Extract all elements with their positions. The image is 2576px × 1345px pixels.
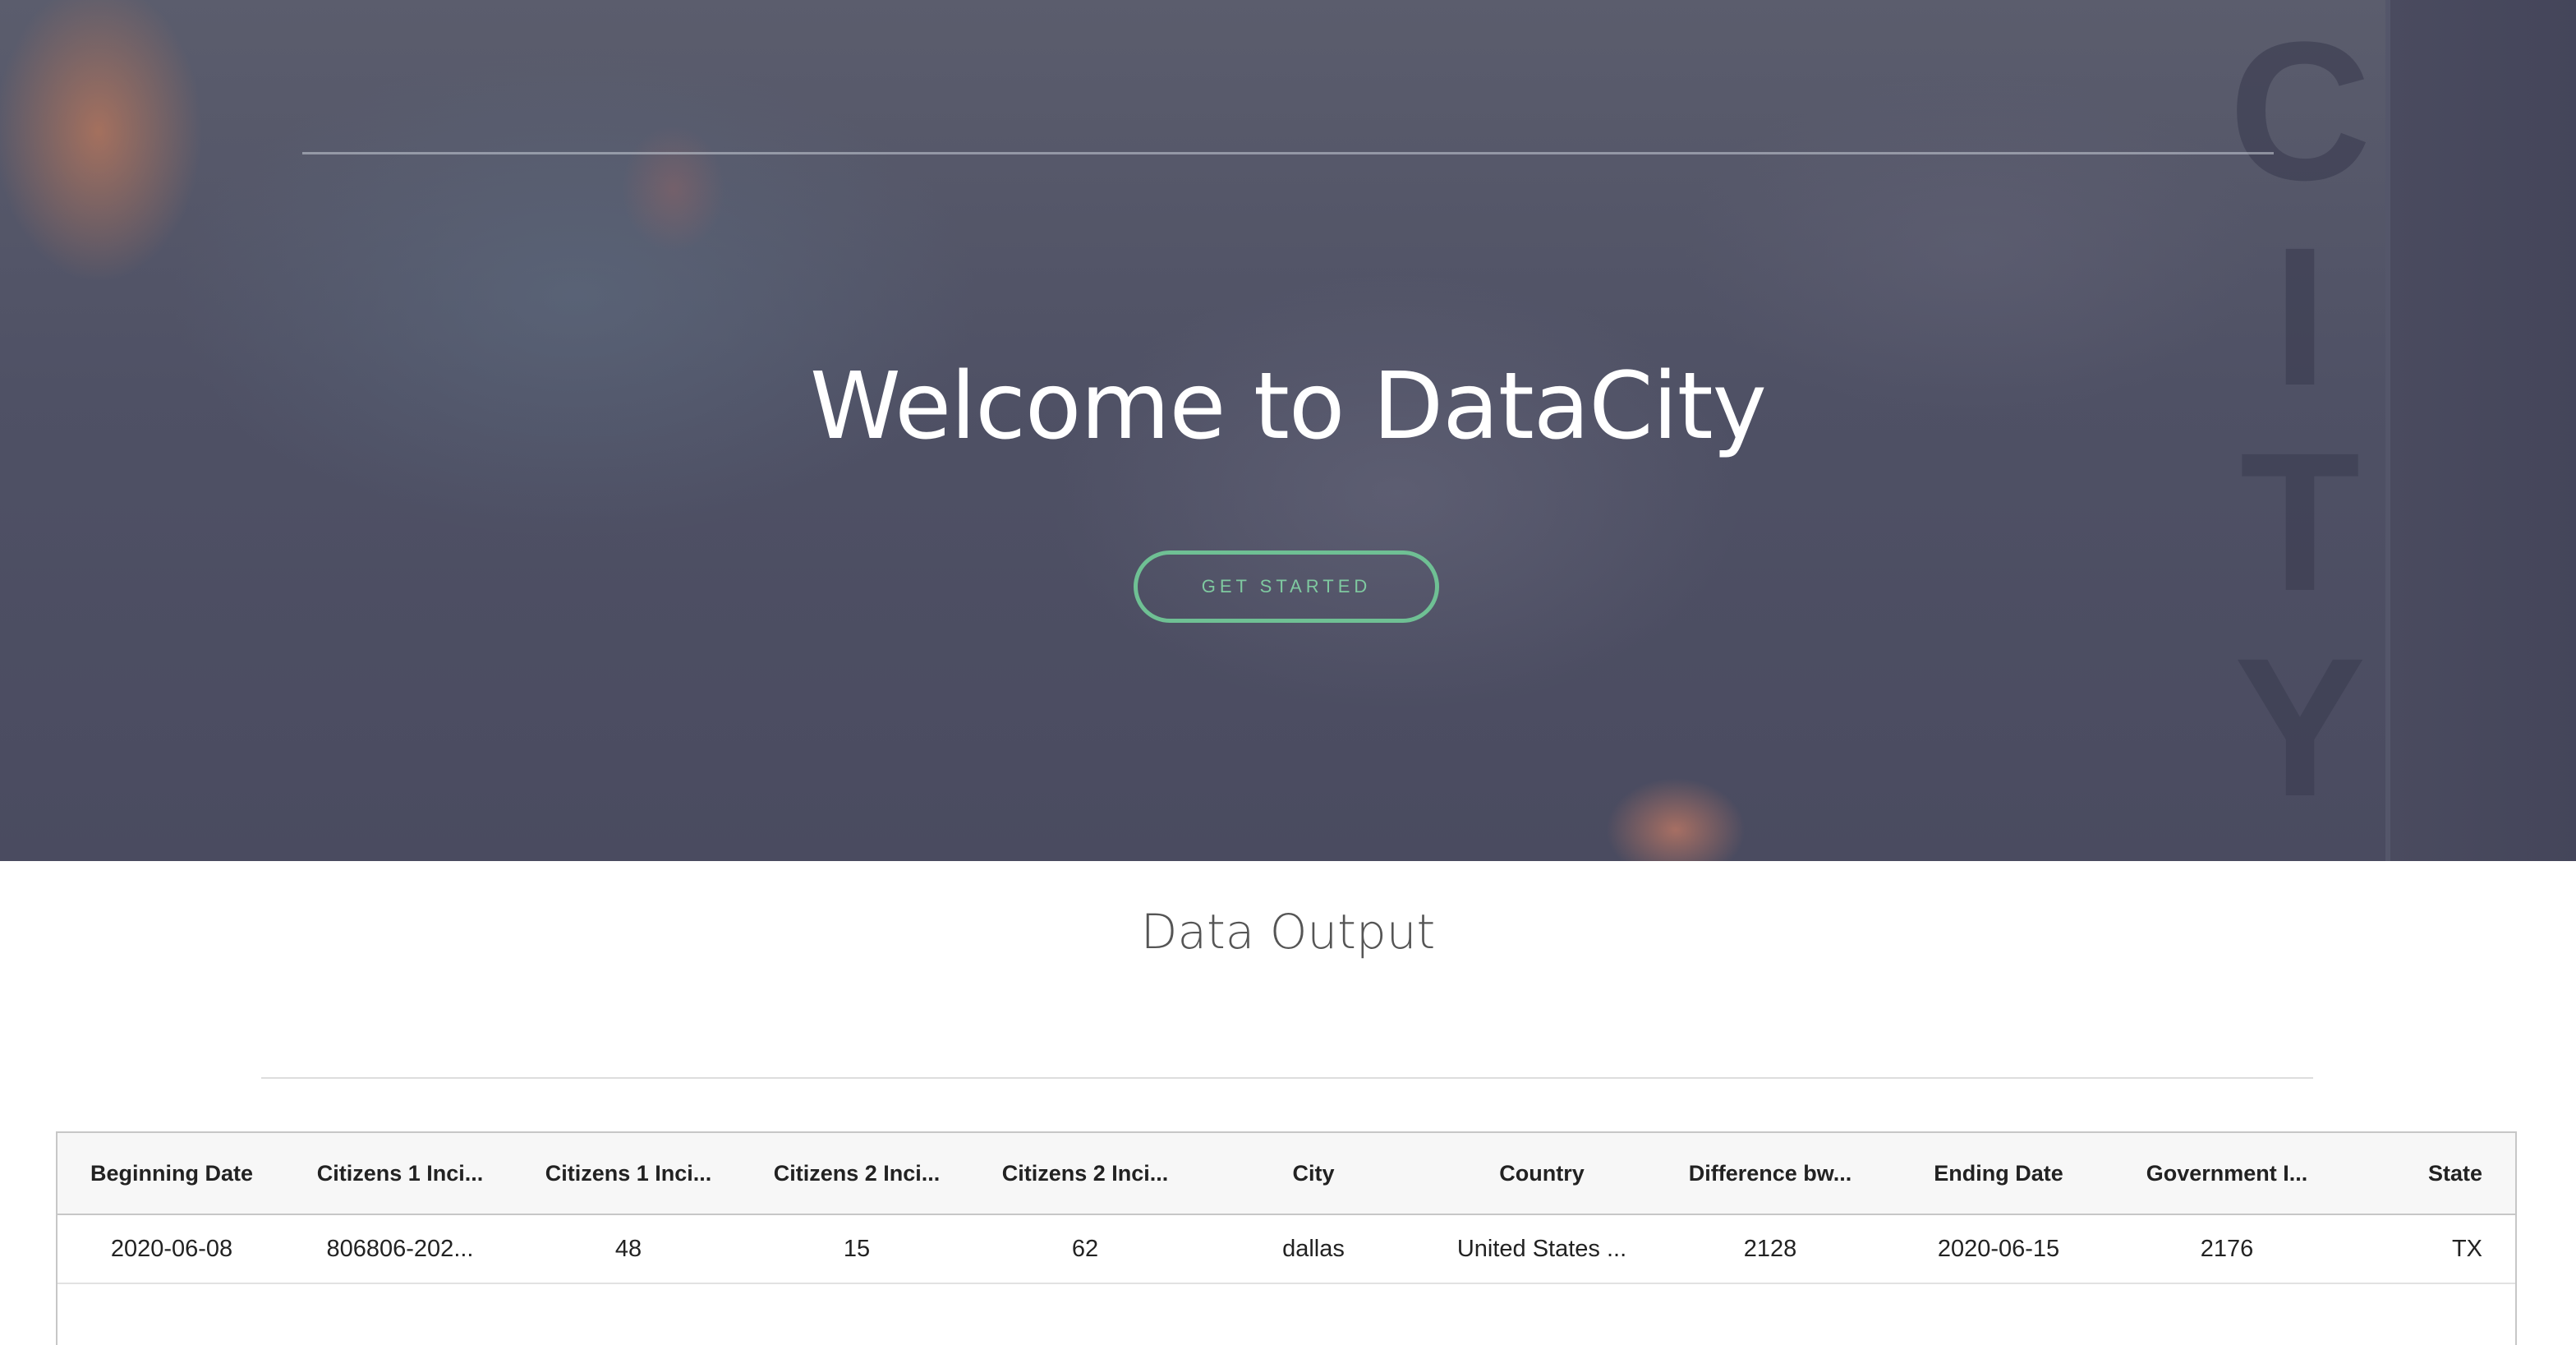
table-row[interactable]: 2020-06-08 806806-202... 48 15 62 dallas… [58, 1215, 2515, 1284]
table-cell: 2020-06-15 [1937, 1235, 2060, 1262]
column-header-ending-date[interactable]: Ending Date [1884, 1133, 2113, 1214]
table-cell: 15 [843, 1235, 871, 1262]
data-table: Beginning Date Citizens 1 Inci... Citize… [56, 1131, 2517, 1345]
column-header-citizens-1-a[interactable]: Citizens 1 Inci... [286, 1133, 514, 1214]
column-header-citizens-2-b[interactable]: Citizens 2 Inci... [971, 1133, 1199, 1214]
column-header-government[interactable]: Government I... [2113, 1133, 2341, 1214]
table-cell: 2128 [1743, 1235, 1797, 1262]
section-divider [261, 1077, 2313, 1079]
column-header-country[interactable]: Country [1428, 1133, 1656, 1214]
table-cell: United States ... [1456, 1235, 1627, 1262]
table-header-row: Beginning Date Citizens 1 Inci... Citize… [58, 1133, 2515, 1215]
hero-banner: C I T Y Welcome to DataCity GET STARTED [0, 0, 2576, 861]
hero-divider [302, 152, 2274, 154]
sign-letter: Y [2233, 617, 2367, 837]
hero-title: Welcome to DataCity [810, 353, 1767, 460]
table-cell: 806806-202... [326, 1235, 474, 1262]
table-cell: dallas [1282, 1235, 1345, 1262]
section-title: Data Output [1140, 904, 1436, 960]
column-header-beginning-date[interactable]: Beginning Date [58, 1133, 286, 1214]
column-header-citizens-1-b[interactable]: Citizens 1 Inci... [514, 1133, 743, 1214]
column-header-difference[interactable]: Difference bw... [1656, 1133, 1884, 1214]
table-cell: 2176 [2200, 1235, 2254, 1262]
column-header-city[interactable]: City [1199, 1133, 1428, 1214]
sign-letter: C [2229, 1, 2371, 221]
column-header-citizens-2-a[interactable]: Citizens 2 Inci... [743, 1133, 971, 1214]
column-header-state[interactable]: State [2341, 1133, 2515, 1214]
table-cell: TX [2451, 1235, 2482, 1262]
table-cell: 62 [1071, 1235, 1099, 1262]
table-cell: 2020-06-08 [110, 1235, 233, 1262]
table-cell: 48 [614, 1235, 642, 1262]
get-started-button[interactable]: GET STARTED [1134, 550, 1439, 623]
